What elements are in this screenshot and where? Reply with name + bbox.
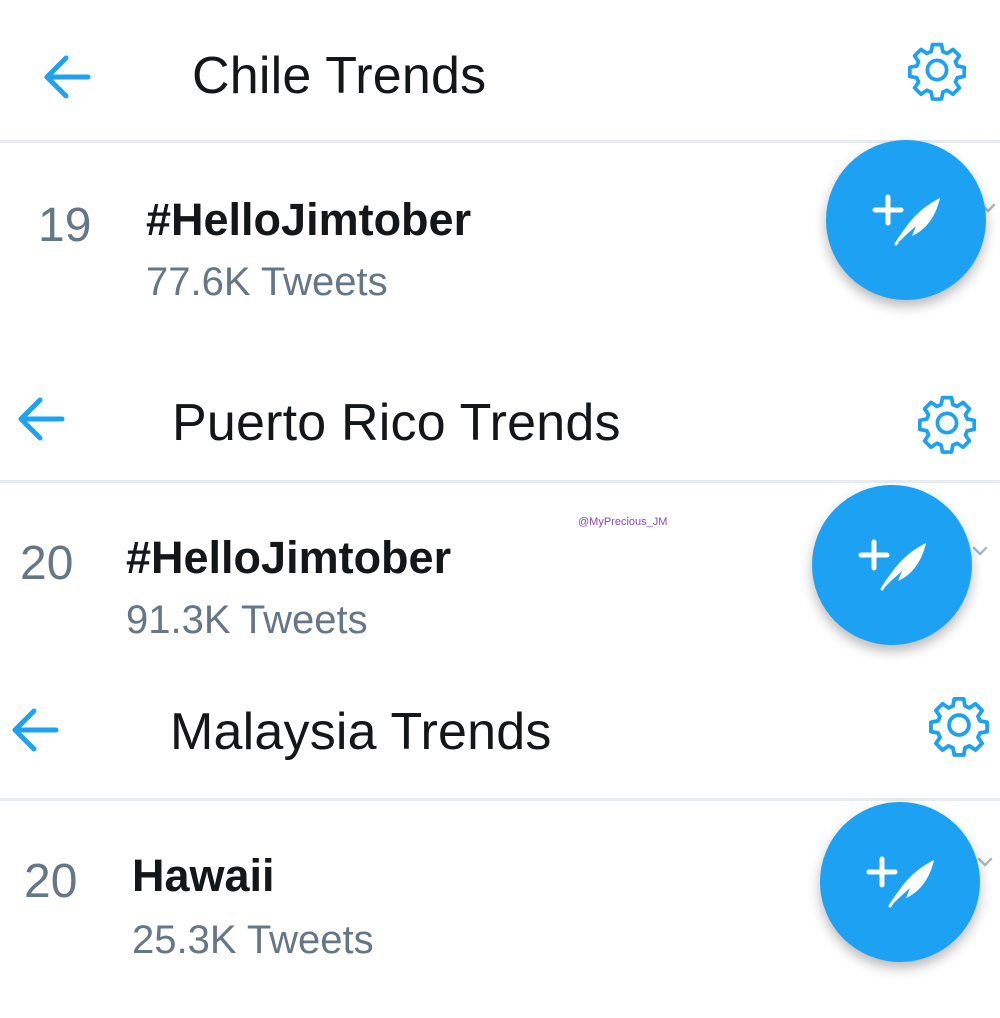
compose-tweet-button[interactable] [812, 485, 972, 645]
page-title: Puerto Rico Trends [172, 394, 621, 452]
trends-panel-malaysia: Malaysia Trends 20 Hawaii 25.3K Tweets [0, 660, 1000, 1018]
tweet-count-label: Tweets [260, 260, 388, 304]
trend-name[interactable]: #HelloJimtober [146, 194, 471, 246]
chevron-down-icon[interactable] [970, 541, 990, 561]
trend-rank: 20 [24, 855, 78, 908]
gear-icon[interactable] [926, 692, 992, 758]
trend-name[interactable]: Hawaii [132, 850, 275, 902]
trends-header: Malaysia Trends [0, 660, 1000, 798]
tweet-count: 25.3K Tweets [132, 918, 374, 963]
tweet-count-label: Tweets [240, 598, 368, 642]
tweet-count: 91.3K Tweets [126, 598, 368, 643]
trends-panel-puerto-rico: Puerto Rico Trends 20 #HelloJimtober 91.… [0, 345, 1000, 660]
compose-tweet-icon [872, 194, 940, 246]
trends-header: Puerto Rico Trends [0, 345, 1000, 480]
back-arrow-icon[interactable] [16, 396, 66, 442]
divider [0, 480, 1000, 483]
page-title: Malaysia Trends [170, 703, 552, 761]
gear-icon[interactable] [905, 38, 969, 102]
tweet-count: 77.6K Tweets [146, 260, 388, 305]
compose-tweet-button[interactable] [820, 802, 980, 962]
tweet-count-value: 77.6K [146, 260, 251, 304]
page-title: Chile Trends [192, 47, 487, 105]
trend-rank: 20 [20, 537, 74, 590]
trends-panel-chile: Chile Trends 19 #HelloJimtober 77.6K Twe… [0, 0, 1000, 345]
tweet-count-value: 91.3K [126, 598, 231, 642]
trends-header: Chile Trends [0, 0, 1000, 140]
back-arrow-icon[interactable] [42, 54, 92, 100]
tweet-count-value: 25.3K [132, 918, 237, 962]
compose-tweet-icon [858, 539, 926, 591]
trend-rank: 19 [38, 199, 92, 252]
trend-name[interactable]: #HelloJimtober [126, 532, 451, 584]
compose-tweet-button[interactable] [826, 140, 986, 300]
back-arrow-icon[interactable] [10, 707, 60, 753]
watermark-text: @MyPrecious_JM [578, 516, 668, 528]
divider [0, 798, 1000, 801]
tweet-count-label: Tweets [246, 918, 374, 962]
gear-icon[interactable] [915, 391, 979, 455]
compose-tweet-icon [866, 856, 934, 908]
